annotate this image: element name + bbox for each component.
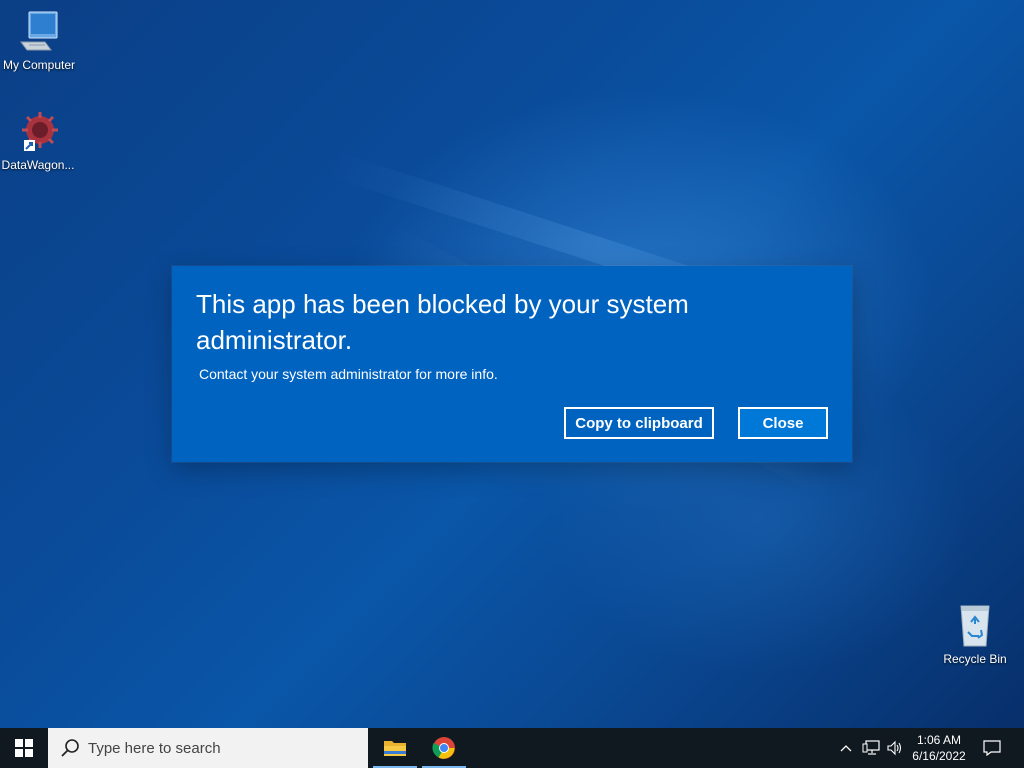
chevron-up-icon xyxy=(840,745,852,752)
desktop-icon-recycle-bin[interactable]: Recycle Bin xyxy=(935,602,1015,666)
dialog-title: This app has been blocked by your system… xyxy=(196,289,689,355)
network-button[interactable] xyxy=(860,728,882,768)
desktop: My Computer DataWagon... Recycle Bin Thi… xyxy=(0,0,1024,728)
taskbar: Type here to search 1:06 AM 6/16/2022 xyxy=(0,728,1024,768)
notification-icon xyxy=(983,740,1001,756)
windows-logo-icon xyxy=(15,739,33,757)
start-button[interactable] xyxy=(0,728,48,768)
dialog-message: Contact your system administrator for mo… xyxy=(199,366,498,382)
computer-icon xyxy=(20,11,58,51)
copy-to-clipboard-button[interactable]: Copy to clipboard xyxy=(564,407,714,439)
show-hidden-icons-button[interactable] xyxy=(836,728,856,768)
taskbar-app-chrome[interactable] xyxy=(420,728,468,768)
close-button[interactable]: Close xyxy=(738,407,828,439)
search-icon xyxy=(61,739,79,757)
desktop-icon-label: Recycle Bin xyxy=(943,652,1007,666)
taskbar-app-file-explorer[interactable] xyxy=(371,728,419,768)
volume-button[interactable] xyxy=(884,728,906,768)
recycle-bin-icon xyxy=(960,605,990,647)
network-icon xyxy=(862,740,880,755)
datawagon-app-icon xyxy=(22,112,58,151)
app-blocked-dialog: This app has been blocked by your system… xyxy=(172,266,852,462)
volume-icon xyxy=(887,740,902,756)
desktop-icon-datawagon[interactable]: DataWagon... xyxy=(0,108,78,172)
desktop-icon-label: My Computer xyxy=(2,58,76,72)
clock-date: 6/16/2022 xyxy=(912,749,966,763)
desktop-icon-label: DataWagon... xyxy=(1,158,75,172)
desktop-icon-my-computer[interactable]: My Computer xyxy=(0,8,79,72)
taskbar-search-box[interactable]: Type here to search xyxy=(48,728,368,768)
chrome-icon xyxy=(432,737,455,759)
taskbar-clock[interactable]: 1:06 AM 6/16/2022 xyxy=(904,728,974,768)
folder-icon xyxy=(384,741,406,756)
action-center-button[interactable] xyxy=(978,728,1006,768)
search-placeholder: Type here to search xyxy=(88,739,221,757)
clock-time: 1:06 AM xyxy=(916,733,962,747)
